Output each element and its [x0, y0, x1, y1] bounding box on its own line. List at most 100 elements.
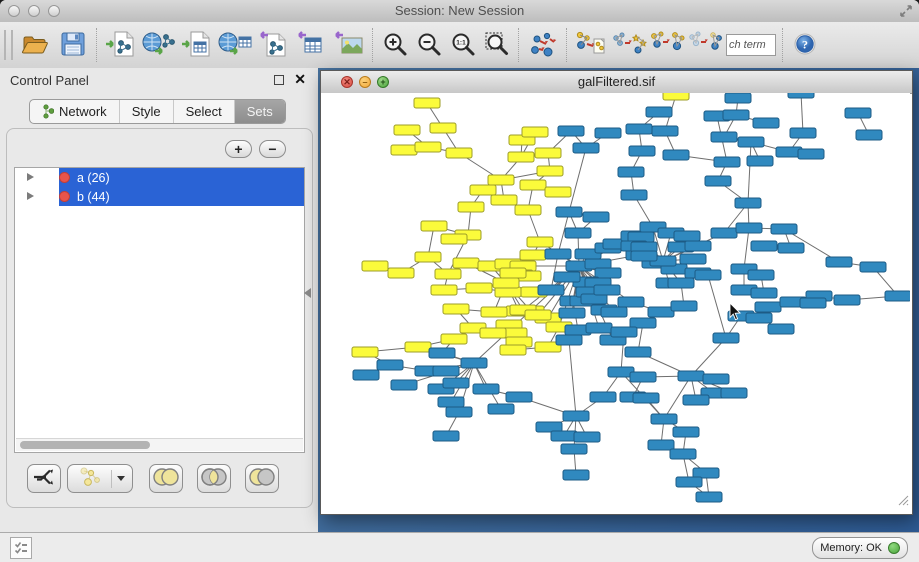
- graph-node[interactable]: [723, 110, 749, 120]
- graph-node[interactable]: [506, 392, 532, 402]
- import-table-url-button[interactable]: [216, 25, 254, 65]
- graph-node[interactable]: [594, 285, 620, 295]
- graph-node[interactable]: [561, 444, 587, 454]
- dropdown-arrow-icon[interactable]: [117, 476, 125, 481]
- graph-node[interactable]: [394, 125, 420, 135]
- graph-node[interactable]: [668, 278, 694, 288]
- graph-node[interactable]: [545, 187, 571, 197]
- graph-node[interactable]: [525, 310, 551, 320]
- save-session-button[interactable]: [54, 25, 92, 65]
- graph-node[interactable]: [473, 384, 499, 394]
- graph-node[interactable]: [703, 374, 729, 384]
- graph-node[interactable]: [527, 237, 553, 247]
- graph-node[interactable]: [680, 254, 706, 264]
- graph-node[interactable]: [738, 137, 764, 147]
- toolbar-drag-handle[interactable]: [4, 30, 13, 60]
- graph-node[interactable]: [470, 185, 496, 195]
- graph-node[interactable]: [800, 298, 826, 308]
- tab-network[interactable]: Network: [30, 100, 120, 123]
- graph-node[interactable]: [522, 127, 548, 137]
- graph-node[interactable]: [683, 395, 709, 405]
- graph-node[interactable]: [435, 269, 461, 279]
- horizontal-scrollbar[interactable]: [16, 438, 303, 451]
- graph-node[interactable]: [676, 477, 702, 487]
- export-network-button[interactable]: [254, 25, 292, 65]
- graph-node[interactable]: [537, 166, 563, 176]
- graph-node[interactable]: [458, 202, 484, 212]
- network-graph[interactable]: [321, 93, 910, 512]
- select-first-neighbors-button[interactable]: [610, 25, 648, 65]
- zoom-out-button[interactable]: [412, 25, 446, 65]
- graph-node[interactable]: [860, 262, 886, 272]
- add-set-button[interactable]: +: [225, 140, 252, 158]
- graph-node[interactable]: [500, 268, 526, 278]
- graph-node[interactable]: [695, 270, 721, 280]
- graph-node[interactable]: [778, 243, 804, 253]
- graph-node[interactable]: [559, 308, 585, 318]
- graph-node[interactable]: [433, 431, 459, 441]
- graph-node[interactable]: [574, 432, 600, 442]
- graph-node[interactable]: [714, 157, 740, 167]
- graph-node[interactable]: [362, 261, 388, 271]
- task-history-button[interactable]: [10, 537, 32, 559]
- graph-node[interactable]: [685, 241, 711, 251]
- graph-node[interactable]: [751, 288, 777, 298]
- graph-node[interactable]: [453, 258, 479, 268]
- graph-node[interactable]: [573, 143, 599, 153]
- import-table-file-button[interactable]: [178, 25, 216, 65]
- graph-node[interactable]: [429, 348, 455, 358]
- float-panel-icon[interactable]: [274, 75, 284, 85]
- graph-node[interactable]: [480, 328, 506, 338]
- graph-node[interactable]: [352, 347, 378, 357]
- graph-node[interactable]: [768, 324, 794, 334]
- graph-node[interactable]: [493, 278, 519, 288]
- graph-node[interactable]: [556, 335, 582, 345]
- set-row-b[interactable]: b (44): [15, 187, 304, 206]
- graph-node[interactable]: [713, 333, 739, 343]
- sets-list[interactable]: a (26) b (44): [14, 167, 305, 453]
- graph-node[interactable]: [391, 380, 417, 390]
- graph-node[interactable]: [711, 132, 737, 142]
- remove-set-button[interactable]: −: [259, 140, 286, 158]
- graph-node[interactable]: [753, 118, 779, 128]
- import-network-url-button[interactable]: [140, 25, 178, 65]
- deselect-nodes-button[interactable]: [686, 25, 724, 65]
- graph-node[interactable]: [856, 130, 882, 140]
- graph-node[interactable]: [441, 234, 467, 244]
- graph-node[interactable]: [648, 440, 674, 450]
- export-image-button[interactable]: [330, 25, 368, 65]
- graph-node[interactable]: [481, 307, 507, 317]
- graph-node[interactable]: [618, 297, 644, 307]
- expand-triangle-icon[interactable]: [27, 173, 34, 181]
- graph-node[interactable]: [735, 198, 761, 208]
- set-row-a[interactable]: a (26): [15, 168, 304, 187]
- graph-node[interactable]: [629, 146, 655, 156]
- graph-node[interactable]: [565, 228, 591, 238]
- open-session-button[interactable]: [16, 25, 54, 65]
- graph-node[interactable]: [556, 207, 582, 217]
- tab-style[interactable]: Style: [120, 100, 174, 123]
- graph-node[interactable]: [748, 270, 774, 280]
- graph-node[interactable]: [595, 128, 621, 138]
- graph-node[interactable]: [790, 128, 816, 138]
- graph-node[interactable]: [545, 249, 571, 259]
- scrollbar-thumb[interactable]: [20, 441, 150, 449]
- difference-sets-button[interactable]: [245, 464, 279, 493]
- graph-node[interactable]: [671, 301, 697, 311]
- graph-node[interactable]: [353, 370, 379, 380]
- graph-node[interactable]: [788, 93, 814, 98]
- graph-node[interactable]: [674, 231, 700, 241]
- fullscreen-icon[interactable]: [899, 4, 913, 18]
- graph-node[interactable]: [520, 180, 546, 190]
- graph-node[interactable]: [430, 123, 456, 133]
- graph-node[interactable]: [443, 378, 469, 388]
- graph-node[interactable]: [563, 411, 589, 421]
- graph-node[interactable]: [500, 345, 526, 355]
- graph-node[interactable]: [648, 307, 674, 317]
- graph-node[interactable]: [438, 397, 464, 407]
- zoom-actual-size-button[interactable]: 1:1: [446, 25, 480, 65]
- graph-node[interactable]: [618, 167, 644, 177]
- graph-node[interactable]: [626, 124, 652, 134]
- graph-node[interactable]: [663, 93, 689, 100]
- graph-node[interactable]: [466, 283, 492, 293]
